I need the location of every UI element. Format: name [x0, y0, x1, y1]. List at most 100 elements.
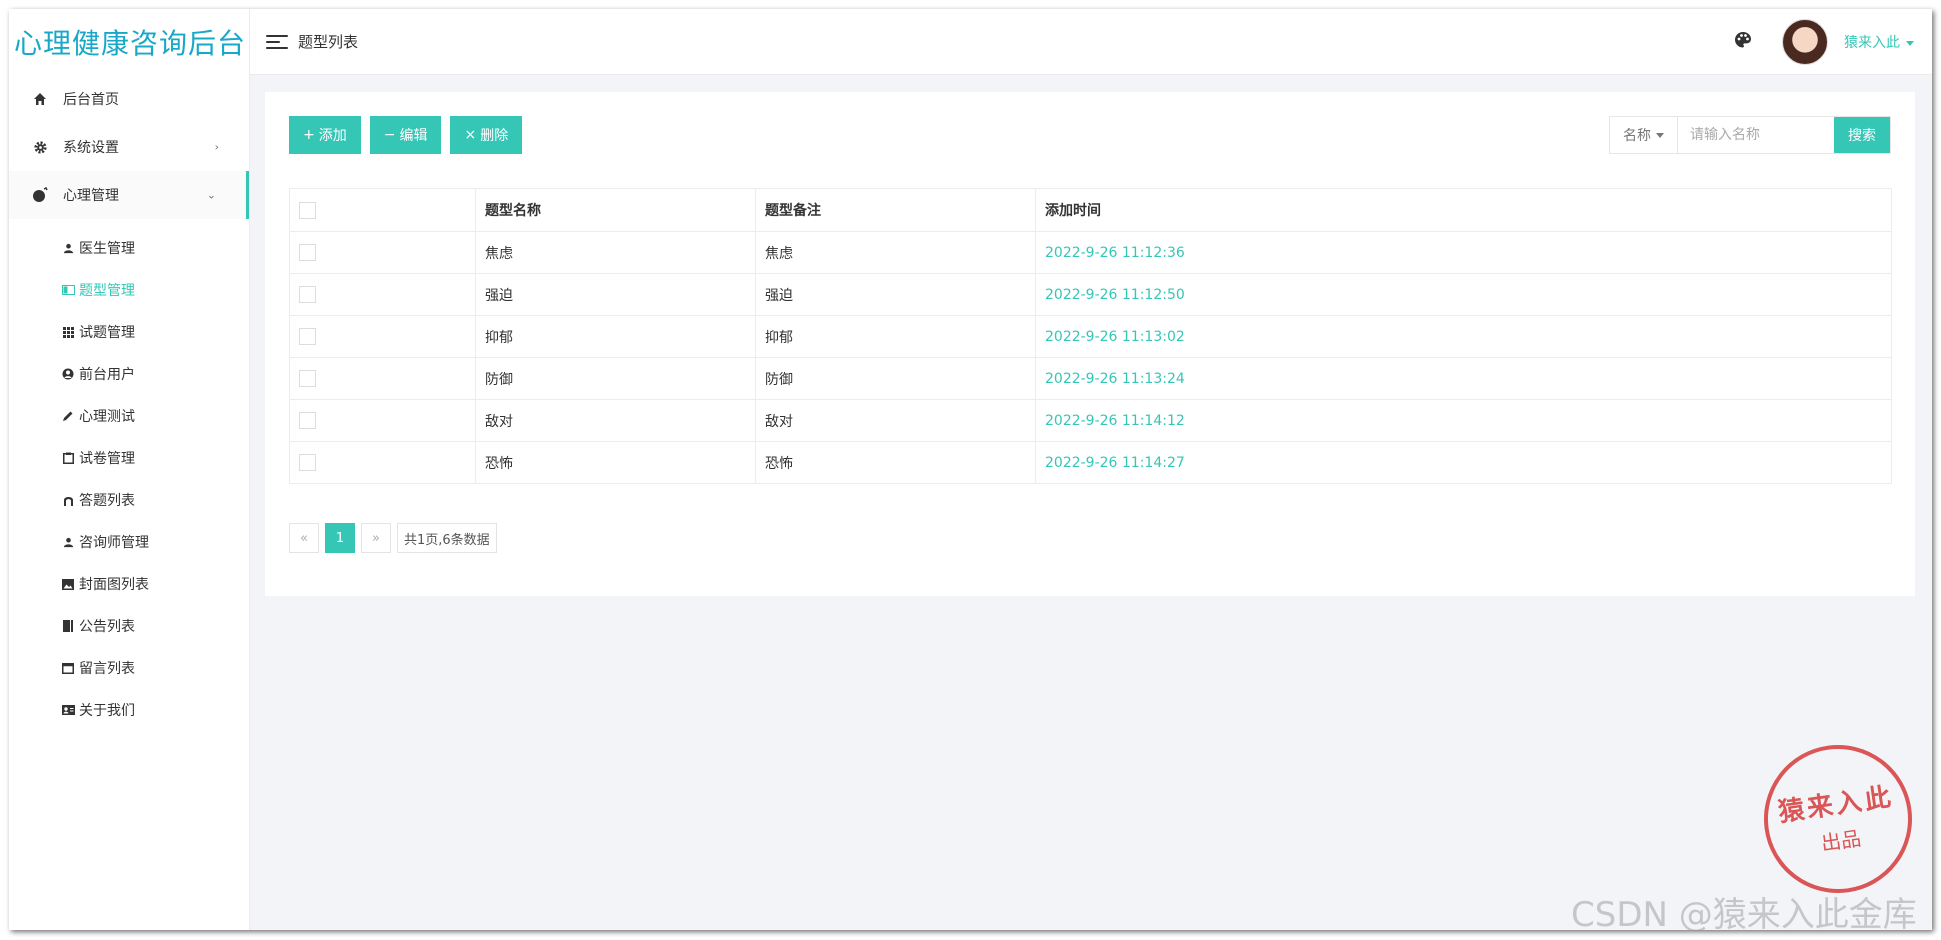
table-row[interactable]: 防御 防御 2022-9-26 11:13:24 [289, 357, 1892, 400]
sidebar-item-label: 封面图列表 [79, 577, 149, 593]
select-all-checkbox[interactable] [299, 201, 316, 219]
edit-button-label: 编辑 [399, 128, 428, 144]
row-checkbox[interactable] [299, 328, 316, 345]
cell-note: 强迫 [755, 273, 1036, 316]
plus-icon: + [303, 127, 315, 143]
watermark: CSDN @猿来入此金库 [1571, 895, 1917, 930]
page-title: 题型列表 [298, 33, 359, 51]
sidebar-item-about[interactable]: 关于我们 [9, 689, 249, 731]
menu-toggle-icon[interactable] [266, 34, 288, 49]
cell-note: 防御 [755, 357, 1036, 400]
search-bar: 名称 搜索 [1609, 116, 1891, 154]
search-input[interactable] [1678, 117, 1834, 153]
sidebar-item-questions[interactable]: 试题管理 [9, 311, 249, 353]
sidebar-item-papers[interactable]: 试卷管理 [9, 437, 249, 479]
cell-note: 恐怖 [755, 441, 1036, 484]
prev-page-button[interactable]: « [289, 523, 319, 553]
chevron-right-icon: › [214, 140, 219, 154]
search-field-select[interactable]: 名称 [1610, 117, 1678, 153]
sidebar-item-answers[interactable]: 答题列表 [9, 479, 249, 521]
sidebar-item-label: 前台用户 [79, 367, 135, 383]
sidebar-item-label: 关于我们 [79, 703, 135, 719]
avatar[interactable] [1782, 19, 1828, 65]
sidebar-item-label: 试卷管理 [79, 451, 135, 467]
sidebar-item-tests[interactable]: 心理测试 [9, 395, 249, 437]
row-select-cell [289, 357, 476, 400]
sidebar-item-front-users[interactable]: 前台用户 [9, 353, 249, 395]
stamp-text-line1: 猿来入此 [1776, 782, 1896, 829]
sidebar-item-mind[interactable]: 心理管理 ⌄ [9, 171, 249, 219]
sidebar-item-messages[interactable]: 留言列表 [9, 647, 249, 689]
sidebar-item-home[interactable]: 后台首页 [9, 75, 249, 123]
row-checkbox[interactable] [299, 412, 316, 429]
mind-icon [31, 186, 49, 204]
sidebar-item-counselors[interactable]: 咨询师管理 [9, 521, 249, 563]
sidebar: 心理健康咨询后台 后台首页 系统设置 › 心理管理 ⌄ 医生管理 题型管理 试题… [9, 9, 250, 930]
sidebar-item-notices[interactable]: 公告列表 [9, 605, 249, 647]
sidebar-item-label: 试题管理 [79, 325, 135, 341]
window-icon [61, 662, 75, 674]
grid-icon [61, 326, 75, 338]
row-checkbox[interactable] [299, 454, 316, 471]
cell-name: 强迫 [475, 273, 756, 316]
sidebar-item-label: 心理测试 [79, 409, 135, 425]
add-button-label: 添加 [318, 128, 347, 144]
search-button[interactable]: 搜索 [1834, 117, 1890, 153]
table-row[interactable]: 强迫 强迫 2022-9-26 11:12:50 [289, 273, 1892, 316]
question-type-table: 题型名称 题型备注 添加时间 焦虑 焦虑 2022-9-26 11:12:36 … [289, 188, 1892, 484]
sidebar-submenu: 医生管理 题型管理 试题管理 前台用户 心理测试 试卷管理 答题列表 咨询师管理… [9, 219, 249, 731]
column-header-name: 题型名称 [475, 188, 756, 232]
cell-name: 恐怖 [475, 441, 756, 484]
row-select-cell [289, 273, 476, 316]
pagination-info: 共1页,6条数据 [397, 523, 497, 553]
column-header-note: 题型备注 [755, 188, 1036, 232]
sidebar-nav: 后台首页 系统设置 › 心理管理 ⌄ [9, 75, 249, 219]
user-circle-icon [61, 368, 75, 380]
pencil-icon [61, 410, 75, 422]
gear-icon [31, 138, 49, 156]
table-row[interactable]: 敌对 敌对 2022-9-26 11:14:12 [289, 399, 1892, 442]
table-row[interactable]: 恐怖 恐怖 2022-9-26 11:14:27 [289, 441, 1892, 484]
sidebar-item-label: 心理管理 [63, 188, 119, 204]
next-page-button[interactable]: » [361, 523, 391, 553]
pagination: « 1 » 共1页,6条数据 [289, 523, 497, 553]
stamp-text-line2: 出品 [1819, 826, 1863, 856]
table-row[interactable]: 抑郁 抑郁 2022-9-26 11:13:02 [289, 315, 1892, 358]
user-icon [61, 243, 75, 254]
clipboard-icon [61, 452, 75, 464]
sidebar-item-label: 医生管理 [79, 241, 135, 257]
user-menu[interactable]: 猿来入此 [1844, 32, 1914, 52]
palette-icon[interactable] [1734, 31, 1752, 54]
book-icon [61, 620, 75, 632]
sidebar-item-label: 题型管理 [79, 283, 135, 299]
cell-time: 2022-9-26 11:13:02 [1035, 315, 1892, 358]
sidebar-item-label: 留言列表 [79, 661, 135, 677]
sidebar-item-label: 系统设置 [63, 140, 119, 156]
top-bar: 题型列表 猿来入此 [250, 9, 1932, 75]
delete-button[interactable]: × 删除 [450, 116, 523, 154]
sidebar-item-label: 答题列表 [79, 493, 135, 509]
row-checkbox[interactable] [299, 244, 316, 261]
sidebar-item-doctors[interactable]: 医生管理 [9, 227, 249, 269]
cell-name: 敌对 [475, 399, 756, 442]
row-select-cell [289, 399, 476, 442]
cell-note: 抑郁 [755, 315, 1036, 358]
page-number-button[interactable]: 1 [325, 523, 355, 553]
sidebar-item-covers[interactable]: 封面图列表 [9, 563, 249, 605]
select-all-cell [289, 188, 476, 232]
sidebar-item-settings[interactable]: 系统设置 › [9, 123, 249, 171]
row-checkbox[interactable] [299, 286, 316, 303]
app-frame: 心理健康咨询后台 后台首页 系统设置 › 心理管理 ⌄ 医生管理 题型管理 试题… [9, 9, 1932, 930]
user-icon [61, 537, 75, 548]
sidebar-item-question-types[interactable]: 题型管理 [9, 269, 249, 311]
table-header-row: 题型名称 题型备注 添加时间 [289, 188, 1892, 232]
card-icon [61, 285, 75, 295]
add-button[interactable]: + 添加 [289, 116, 361, 154]
sidebar-item-label: 公告列表 [79, 619, 135, 635]
row-checkbox[interactable] [299, 370, 316, 387]
close-icon: × [464, 127, 477, 143]
row-select-cell [289, 315, 476, 358]
edit-button[interactable]: − 编辑 [369, 116, 442, 154]
table-row[interactable]: 焦虑 焦虑 2022-9-26 11:12:36 [289, 231, 1892, 274]
cell-note: 敌对 [755, 399, 1036, 442]
